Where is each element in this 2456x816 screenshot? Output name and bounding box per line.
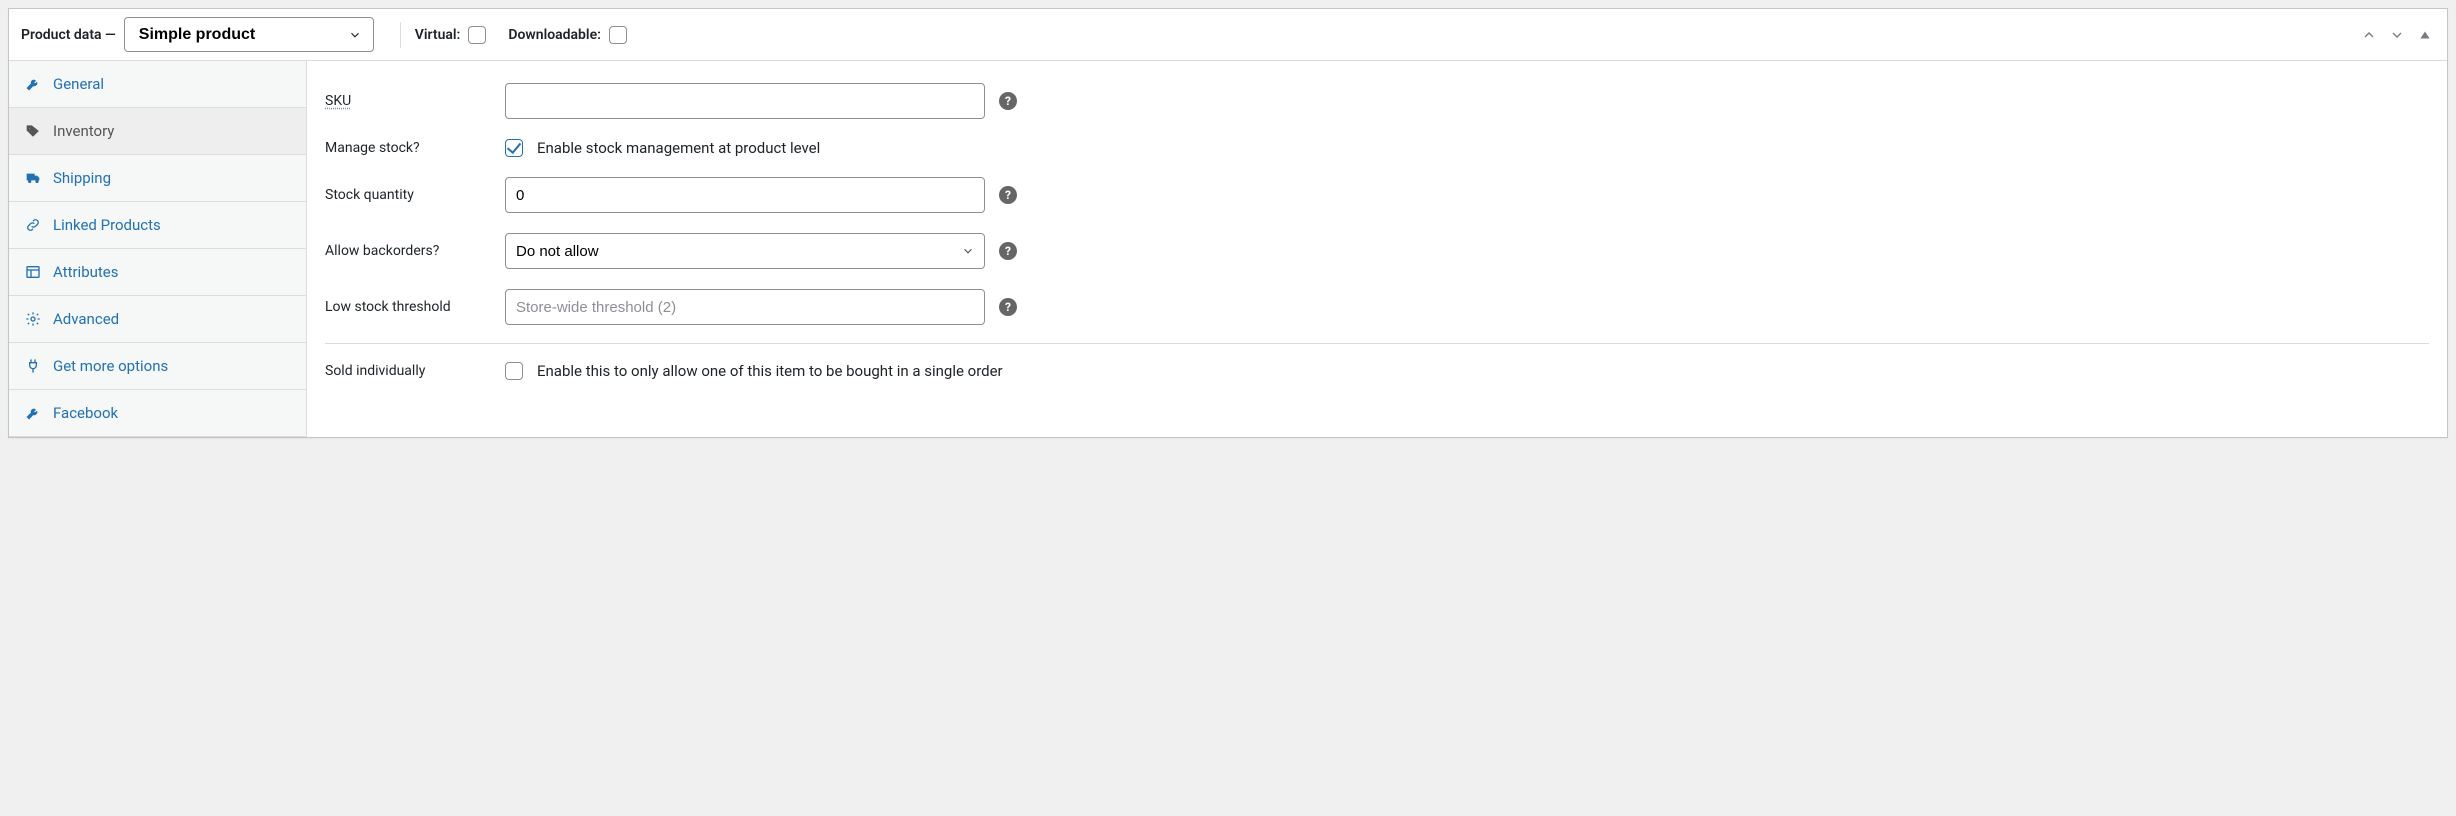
- panel-header: Product data — Simple product Virtual: D…: [9, 9, 2447, 61]
- manage-stock-checkbox[interactable]: [505, 139, 523, 157]
- tag-icon: [25, 123, 41, 139]
- sku-input[interactable]: [505, 83, 985, 119]
- reorder-up-icon[interactable]: [2359, 25, 2379, 45]
- backorders-label: Allow backorders?: [325, 243, 505, 259]
- downloadable-toggle[interactable]: Downloadable:: [508, 26, 627, 44]
- low-stock-label: Low stock threshold: [325, 299, 505, 315]
- virtual-label: Virtual:: [415, 27, 461, 43]
- tab-label: Advanced: [53, 310, 119, 328]
- sku-label: SKU: [325, 93, 351, 109]
- product-data-panel: Product data — Simple product Virtual: D…: [8, 8, 2448, 438]
- downloadable-label: Downloadable:: [508, 27, 601, 43]
- low-stock-input[interactable]: [505, 289, 985, 325]
- row-stock-qty: Stock quantity ?: [307, 167, 2447, 223]
- truck-icon: [25, 170, 41, 186]
- tab-getmore[interactable]: Get more options: [9, 343, 306, 390]
- tab-label: Shipping: [53, 169, 111, 187]
- sold-individually-label: Sold individually: [325, 363, 505, 379]
- reorder-down-icon[interactable]: [2387, 25, 2407, 45]
- help-icon[interactable]: ?: [999, 186, 1017, 204]
- row-low-stock: Low stock threshold ?: [307, 279, 2447, 335]
- row-sku: SKU ?: [307, 73, 2447, 129]
- tab-general[interactable]: General: [9, 61, 306, 108]
- gear-icon: [25, 311, 41, 327]
- help-icon[interactable]: ?: [999, 92, 1017, 110]
- plug-icon: [25, 358, 41, 374]
- tab-label: Get more options: [53, 357, 168, 375]
- sold-individually-text: Enable this to only allow one of this it…: [537, 362, 1003, 380]
- manage-stock-text: Enable stock management at product level: [537, 139, 820, 157]
- help-icon[interactable]: ?: [999, 242, 1017, 260]
- tab-label: Linked Products: [53, 216, 161, 234]
- tab-label: General: [53, 75, 104, 93]
- virtual-checkbox[interactable]: [468, 26, 486, 44]
- panel-title: Product data —: [21, 27, 116, 43]
- downloadable-checkbox[interactable]: [609, 26, 627, 44]
- panel-body: General Inventory Shipping Linked Products A…: [9, 61, 2447, 437]
- layout-icon: [25, 264, 41, 280]
- tab-advanced[interactable]: Advanced: [9, 296, 306, 343]
- panel-header-actions: [2359, 25, 2435, 45]
- tab-linked[interactable]: Linked Products: [9, 202, 306, 249]
- help-icon[interactable]: ?: [999, 298, 1017, 316]
- sold-individually-checkbox[interactable]: [505, 362, 523, 380]
- wrench-icon: [25, 405, 41, 421]
- link-icon: [25, 217, 41, 233]
- tab-label: Inventory: [53, 122, 114, 140]
- stock-qty-label: Stock quantity: [325, 187, 505, 203]
- tab-facebook[interactable]: Facebook: [9, 390, 306, 437]
- row-manage-stock: Manage stock? Enable stock management at…: [307, 129, 2447, 167]
- row-sold-individually: Sold individually Enable this to only al…: [307, 352, 2447, 390]
- tab-attributes[interactable]: Attributes: [9, 249, 306, 296]
- sidebar-tabs: General Inventory Shipping Linked Products A…: [9, 61, 307, 437]
- separator: [325, 343, 2429, 344]
- tab-shipping[interactable]: Shipping: [9, 155, 306, 202]
- virtual-toggle[interactable]: Virtual:: [415, 26, 487, 44]
- tab-label: Facebook: [53, 404, 118, 422]
- backorders-select[interactable]: Do not allow: [505, 233, 985, 269]
- product-type-select[interactable]: Simple product: [124, 17, 374, 52]
- divider: [400, 22, 401, 48]
- wrench-icon: [25, 76, 41, 92]
- manage-stock-label: Manage stock?: [325, 140, 505, 156]
- inventory-panel: SKU ? Manage stock? Enable stock managem…: [307, 61, 2447, 437]
- stock-qty-input[interactable]: [505, 177, 985, 213]
- row-backorders: Allow backorders? Do not allow ?: [307, 223, 2447, 279]
- tab-inventory[interactable]: Inventory: [9, 108, 306, 155]
- collapse-icon[interactable]: [2415, 25, 2435, 45]
- tab-label: Attributes: [53, 263, 119, 281]
